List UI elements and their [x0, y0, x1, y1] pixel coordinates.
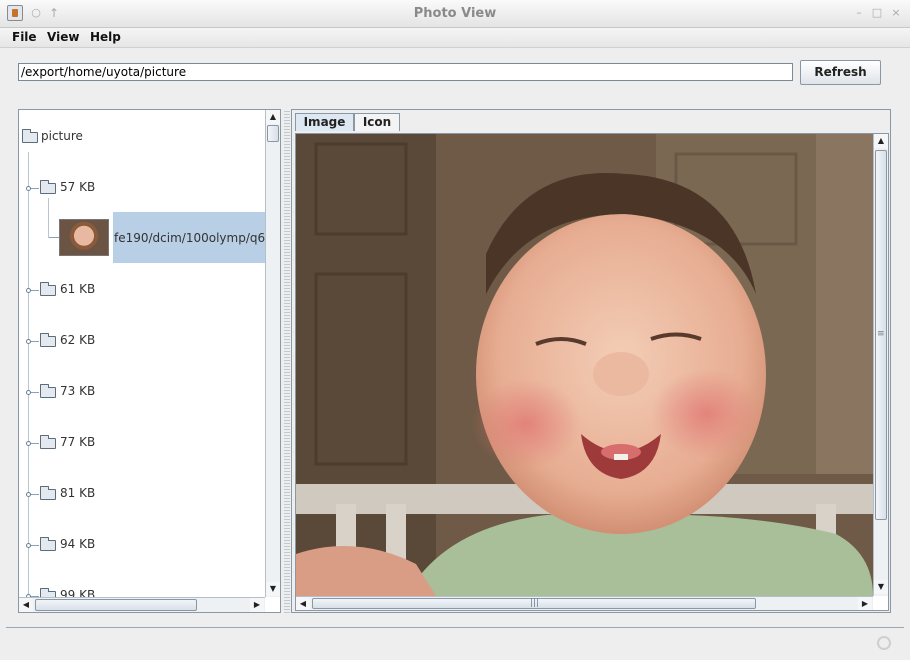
- close-icon[interactable]: ×: [889, 6, 903, 20]
- folder-icon: [40, 486, 56, 500]
- folder-icon: [40, 435, 56, 449]
- tree-connector: [49, 237, 59, 238]
- folder-icon: [40, 282, 56, 296]
- scroll-down-icon[interactable]: ▼: [874, 580, 888, 594]
- scroll-up-icon[interactable]: ▲: [266, 110, 280, 124]
- tree-node[interactable]: 81 KB: [60, 486, 95, 500]
- grip-icon: |||: [530, 598, 540, 608]
- tab-icon[interactable]: Icon: [354, 113, 400, 131]
- menu-bar: File View Help: [0, 28, 910, 48]
- folder-icon: [22, 129, 38, 143]
- expand-handle[interactable]: [26, 543, 31, 548]
- menu-file[interactable]: File: [12, 30, 37, 44]
- title-bar[interactable]: ○ ↑ Photo View – □ ×: [0, 0, 910, 28]
- tab-panel: Image Icon ▲ ≡ ▼ ◀ ||| ▶: [291, 109, 891, 613]
- scroll-thumb[interactable]: [267, 125, 279, 142]
- photo-thumbnail[interactable]: [59, 219, 109, 256]
- scroll-right-icon[interactable]: ▶: [250, 598, 264, 612]
- tree-node[interactable]: 73 KB: [60, 384, 95, 398]
- photo-image-drawing: [296, 134, 873, 596]
- tree-node[interactable]: 77 KB: [60, 435, 95, 449]
- file-tree[interactable]: picture 57 KB fe190/dcim/100olymp/q6 61 …: [18, 109, 281, 613]
- scroll-left-icon[interactable]: ◀: [19, 598, 33, 612]
- image-vertical-scrollbar[interactable]: ▲ ≡ ▼: [873, 134, 888, 596]
- busy-spinner-icon: [877, 636, 891, 650]
- folder-icon: [40, 180, 56, 194]
- scroll-up-icon[interactable]: ▲: [874, 134, 888, 148]
- expand-handle[interactable]: [26, 492, 31, 497]
- image-viewer: ▲ ≡ ▼ ◀ ||| ▶: [295, 133, 889, 611]
- expand-handle[interactable]: [26, 288, 31, 293]
- expand-handle[interactable]: [26, 390, 31, 395]
- tree-node[interactable]: 62 KB: [60, 333, 95, 347]
- minimize-icon[interactable]: –: [852, 6, 866, 20]
- scroll-right-icon[interactable]: ▶: [858, 597, 872, 610]
- tree-vertical-scrollbar[interactable]: ▲ ▼: [265, 110, 280, 597]
- tree-node[interactable]: 57 KB: [60, 180, 95, 194]
- menu-view[interactable]: View: [47, 30, 79, 44]
- scroll-thumb[interactable]: [35, 599, 197, 611]
- expand-handle[interactable]: [26, 441, 31, 446]
- folder-icon: [40, 384, 56, 398]
- scroll-down-icon[interactable]: ▼: [266, 582, 280, 596]
- window-title: Photo View: [413, 6, 497, 21]
- refresh-button[interactable]: Refresh: [800, 60, 881, 85]
- folder-icon: [40, 537, 56, 551]
- split-pane-divider[interactable]: [284, 109, 290, 613]
- status-separator: [6, 627, 904, 628]
- tree-root[interactable]: picture: [41, 129, 83, 143]
- tree-connector: [48, 198, 49, 238]
- tree-node[interactable]: 94 KB: [60, 537, 95, 551]
- tab-image[interactable]: Image: [295, 113, 354, 131]
- grip-icon: ≡: [877, 329, 885, 339]
- tree-node[interactable]: 61 KB: [60, 282, 95, 296]
- expand-handle[interactable]: [26, 186, 31, 191]
- tree-file-label[interactable]: fe190/dcim/100olymp/q6: [114, 231, 265, 245]
- photo-image: [296, 134, 873, 596]
- path-input[interactable]: [18, 63, 793, 81]
- scroll-left-icon[interactable]: ◀: [296, 597, 310, 610]
- expand-handle[interactable]: [26, 339, 31, 344]
- maximize-icon[interactable]: □: [870, 6, 884, 20]
- folder-icon: [40, 333, 56, 347]
- image-horizontal-scrollbar[interactable]: ◀ ||| ▶: [296, 596, 873, 610]
- menu-help[interactable]: Help: [90, 30, 121, 44]
- tree-horizontal-scrollbar[interactable]: ◀ ▶: [19, 597, 265, 612]
